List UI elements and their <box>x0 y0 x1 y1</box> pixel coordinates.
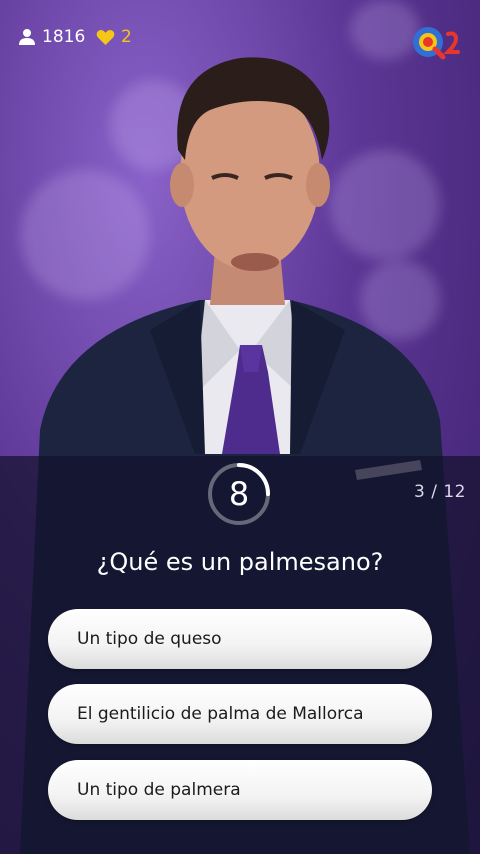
answer-button-2[interactable]: El gentilicio de palma de Mallorca <box>48 684 432 744</box>
countdown-value: 8 <box>228 475 250 513</box>
answer-button-1[interactable]: Un tipo de queso <box>48 609 432 669</box>
user-icon <box>19 29 35 45</box>
lives-count: 2 <box>96 27 132 47</box>
answer-label: Un tipo de queso <box>77 629 222 649</box>
lives-count-value: 2 <box>121 27 132 47</box>
question-text: ¿Qué es un palmesano? <box>96 548 384 576</box>
live-quiz-screen: 1816 2 8 3 / 12 ¿Qué es un palmesano? Un… <box>0 0 480 854</box>
viewer-count: 1816 <box>18 27 85 47</box>
viewer-count-value: 1816 <box>42 27 86 47</box>
top-bar: 1816 2 <box>0 0 480 76</box>
answer-button-3[interactable]: Un tipo de palmera <box>48 760 432 820</box>
q12-logo-icon <box>413 27 460 60</box>
question-progress: 3 / 12 <box>414 482 466 502</box>
heart-icon <box>96 29 115 45</box>
answer-label: El gentilicio de palma de Mallorca <box>77 704 364 724</box>
answer-label: Un tipo de palmera <box>77 780 241 800</box>
